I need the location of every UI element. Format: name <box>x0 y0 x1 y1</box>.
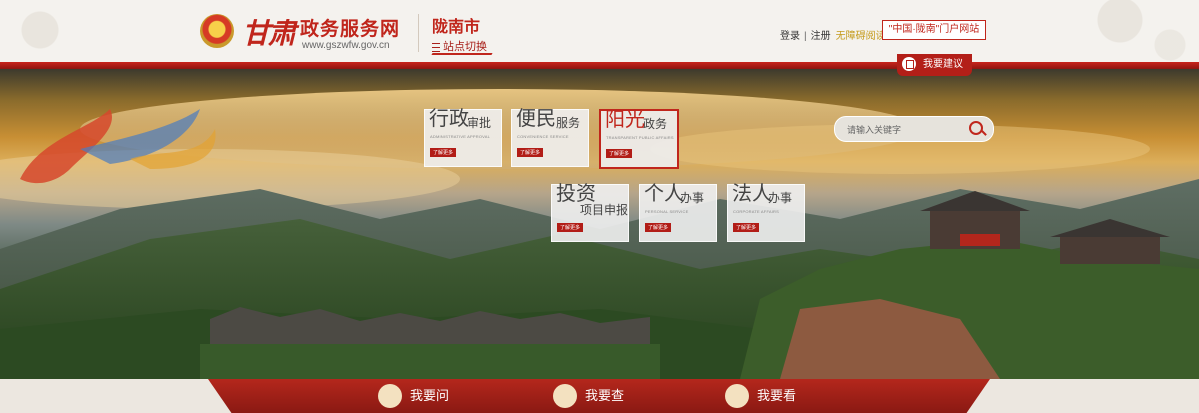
learn-more-link[interactable]: 了解更多 <box>645 223 672 232</box>
learn-more-link[interactable]: 了解更多 <box>733 223 760 232</box>
tile-title: 便民 <box>516 106 556 130</box>
learn-more-link[interactable]: 了解更多 <box>606 149 633 158</box>
tile-investment-projects[interactable]: 投资 项目申报 了解更多 <box>551 181 629 242</box>
tile-subtitle: 办事 <box>680 191 705 205</box>
tile-title: 个人 <box>644 181 684 205</box>
monitor-icon <box>725 384 749 408</box>
site-url: www.gszwfw.gov.cn <box>302 40 390 51</box>
search-icon <box>553 384 577 408</box>
top-links: 登录 | 注册 无障碍阅读 <box>780 27 886 42</box>
register-link[interactable]: 注册 <box>811 31 831 42</box>
tile-subtitle: 服务 <box>556 116 581 130</box>
suggest-button[interactable]: 我要建议 <box>897 54 972 76</box>
tile-title: 法人 <box>732 181 772 205</box>
accessible-reading-link[interactable]: 无障碍阅读 <box>836 31 886 42</box>
tile-administrative-approval[interactable]: 行政 审批 ADMINISTRATIVE APPROVAL 了解更多 <box>424 106 502 167</box>
bottom-nav-label: 我要看 <box>757 388 797 403</box>
tile-subtitle: 办事 <box>768 191 793 205</box>
link-separator: | <box>804 31 807 42</box>
site-switch-link[interactable]: 站点切换 <box>432 38 487 54</box>
header-decoration <box>0 0 1199 62</box>
chat-icon <box>378 384 402 408</box>
search-icon[interactable] <box>969 121 983 135</box>
tile-english: ADMINISTRATIVE APPROVAL <box>430 134 491 139</box>
edit-icon <box>902 57 916 71</box>
tile-english: PERSONAL SERVICE <box>645 209 689 214</box>
tile-subtitle: 项目申报 <box>580 203 629 217</box>
menu-icon <box>432 42 440 52</box>
site-header: 甘肃 政务服务网 www.gszwfw.gov.cn 陇南市 站点切换 登录 | 注… <box>0 0 1199 63</box>
switch-underline <box>431 53 493 55</box>
search-box <box>834 116 994 142</box>
gansu-script-logo: 甘肃 <box>242 17 296 50</box>
tile-convenience-service[interactable]: 便民 服务 CONVENIENCE SERVICE 了解更多 <box>511 106 589 167</box>
search-input[interactable] <box>845 121 969 138</box>
site-name[interactable]: 政务服务网 <box>300 14 400 41</box>
suggest-label: 我要建议 <box>923 59 963 70</box>
learn-more-link[interactable]: 了解更多 <box>430 148 457 157</box>
tile-subtitle: 审批 <box>467 116 492 130</box>
login-link[interactable]: 登录 <box>780 31 800 42</box>
national-emblem-icon <box>200 14 234 48</box>
learn-more-link[interactable]: 了解更多 <box>557 223 584 232</box>
tile-personal-service[interactable]: 个人 办事 PERSONAL SERVICE 了解更多 <box>639 181 717 242</box>
tile-corporate-affairs[interactable]: 法人 办事 CORPORATE AFFAIRS 了解更多 <box>727 181 805 242</box>
tile-english: TRANSPARENT PUBLIC AFFAIRS <box>606 135 674 140</box>
tile-english: CONVENIENCE SERVICE <box>517 134 569 139</box>
bottom-nav-label: 我要问 <box>410 388 450 403</box>
city-name: 陇南市 <box>432 19 481 36</box>
learn-more-link[interactable]: 了解更多 <box>517 148 544 157</box>
tile-transparent-affairs[interactable]: 阳光 政务 TRANSPARENT PUBLIC AFFAIRS 了解更多 <box>599 107 679 169</box>
bottom-nav-label: 我要查 <box>585 388 625 403</box>
tile-title: 阳光 <box>605 107 645 131</box>
tile-subtitle: 政务 <box>643 117 668 131</box>
header-divider <box>418 14 419 52</box>
header-red-strip <box>0 62 1199 69</box>
site-switch-label: 站点切换 <box>443 41 487 53</box>
portal-site-button[interactable]: "中国·陇南"门户网站 <box>882 20 986 40</box>
tile-title: 行政 <box>429 106 469 130</box>
tile-english: CORPORATE AFFAIRS <box>733 209 779 214</box>
